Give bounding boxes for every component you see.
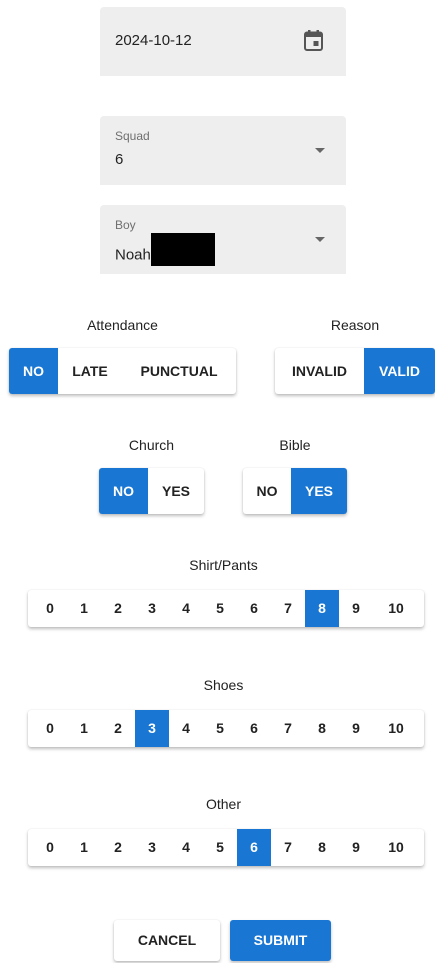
other-option[interactable]: 0 (33, 829, 67, 866)
attendance-punctual-button[interactable]: PUNCTUAL (122, 348, 236, 394)
other-option[interactable]: 2 (101, 829, 135, 866)
shirt-pants-option[interactable]: 7 (271, 590, 305, 627)
other-option[interactable]: 10 (373, 829, 419, 866)
shirt-pants-scale: 0 1 2 3 4 5 6 7 8 9 10 (28, 590, 424, 627)
reason-valid-button[interactable]: VALID (364, 348, 435, 394)
chevron-down-icon (315, 148, 325, 153)
shirt-pants-option[interactable]: 6 (237, 590, 271, 627)
attendance-late-button[interactable]: LATE (58, 348, 122, 394)
church-toggle: NO YES (99, 468, 204, 514)
reason-invalid-button[interactable]: INVALID (275, 348, 364, 394)
other-option[interactable]: 1 (67, 829, 101, 866)
shirt-pants-option[interactable]: 1 (67, 590, 101, 627)
shirt-pants-option[interactable]: 0 (33, 590, 67, 627)
squad-value: 6 (115, 151, 124, 168)
other-option[interactable]: 3 (135, 829, 169, 866)
attendance-no-button[interactable]: NO (9, 348, 58, 394)
shoes-option[interactable]: 8 (305, 710, 339, 747)
shoes-option[interactable]: 7 (271, 710, 305, 747)
chevron-down-icon (315, 237, 325, 242)
attendance-toggle: NO LATE PUNCTUAL (9, 348, 236, 394)
bible-label: Bible (279, 437, 311, 453)
shoes-option[interactable]: 10 (373, 710, 419, 747)
shoes-scale: 0 1 2 3 4 5 6 7 8 9 10 (28, 710, 424, 747)
church-label: Church (128, 437, 175, 453)
shoes-option[interactable]: 0 (33, 710, 67, 747)
other-option[interactable]: 9 (339, 829, 373, 866)
church-yes-button[interactable]: YES (148, 468, 204, 514)
cancel-button[interactable]: CANCEL (114, 920, 220, 961)
shoes-option[interactable]: 1 (67, 710, 101, 747)
other-label: Other (205, 796, 241, 812)
other-option[interactable]: 4 (169, 829, 203, 866)
shoes-option[interactable]: 4 (169, 710, 203, 747)
boy-label: Boy (115, 218, 136, 232)
shirt-pants-option[interactable]: 2 (101, 590, 135, 627)
bible-toggle: NO YES (243, 468, 347, 514)
boy-select[interactable]: Boy Noah (100, 205, 346, 274)
squad-select[interactable]: Squad 6 (100, 116, 346, 185)
shirt-pants-option[interactable]: 10 (373, 590, 419, 627)
shoes-option[interactable]: 2 (101, 710, 135, 747)
shoes-option[interactable]: 6 (237, 710, 271, 747)
squad-label: Squad (115, 129, 150, 143)
submit-button[interactable]: SUBMIT (230, 920, 331, 961)
boy-value: Noah (115, 233, 215, 272)
shirt-pants-option[interactable]: 4 (169, 590, 203, 627)
redaction-block (150, 233, 215, 266)
shirt-pants-option[interactable]: 8 (305, 590, 339, 627)
attendance-label: Attendance (87, 317, 158, 333)
shirt-pants-option[interactable]: 3 (135, 590, 169, 627)
reason-toggle: INVALID VALID (275, 348, 435, 394)
other-option[interactable]: 7 (271, 829, 305, 866)
shoes-option[interactable]: 9 (339, 710, 373, 747)
other-scale: 0 1 2 3 4 5 6 7 8 9 10 (28, 829, 424, 866)
shoes-option[interactable]: 3 (135, 710, 169, 747)
other-option[interactable]: 6 (237, 829, 271, 866)
bible-no-button[interactable]: NO (243, 468, 291, 514)
shirt-pants-label: Shirt/Pants (189, 557, 258, 573)
calendar-icon[interactable] (304, 30, 323, 51)
date-value: 2024-10-12 (115, 32, 192, 49)
shoes-option[interactable]: 5 (203, 710, 237, 747)
boy-name: Noah (115, 246, 151, 264)
shirt-pants-option[interactable]: 5 (203, 590, 237, 627)
bible-yes-button[interactable]: YES (291, 468, 347, 514)
date-field[interactable]: 2024-10-12 (100, 7, 346, 76)
church-no-button[interactable]: NO (99, 468, 148, 514)
shoes-label: Shoes (203, 677, 244, 693)
other-option[interactable]: 5 (203, 829, 237, 866)
reason-label: Reason (330, 317, 380, 333)
shirt-pants-option[interactable]: 9 (339, 590, 373, 627)
other-option[interactable]: 8 (305, 829, 339, 866)
